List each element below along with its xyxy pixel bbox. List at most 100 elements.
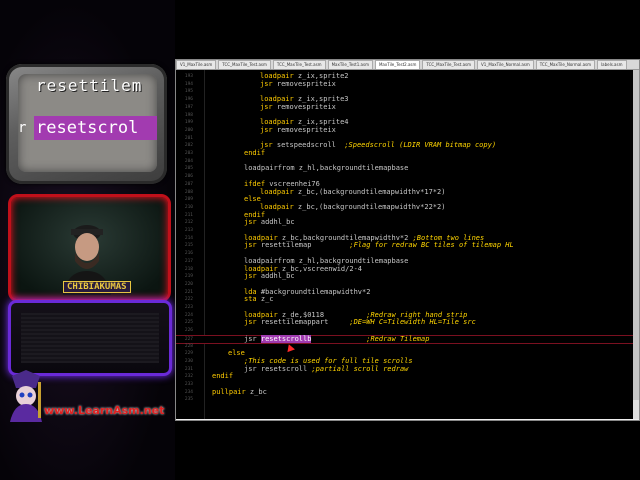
line-number: 222	[184, 297, 193, 303]
code-line: 219 jsr addhl_bc	[176, 272, 633, 281]
file-tab[interactable]: TCC_MaxTile_Normal.asm	[535, 60, 596, 69]
line-number: 223	[184, 305, 193, 310]
zoom-screen: resettilem r resetscrol	[18, 74, 157, 172]
line-number: 229	[184, 351, 193, 357]
line-number: 212	[184, 220, 193, 226]
file-tab-bar: V1_MaxTile.asm TCC_MaxTile_Test.asm TCC_Ma…	[176, 60, 639, 70]
code-editor-window: V1_MaxTile.asm TCC_MaxTile_Test.asm TCC_Ma…	[175, 59, 640, 421]
code-line: 195	[176, 88, 633, 96]
code-line: 197 jsr removespriteix	[176, 102, 633, 112]
code-keyword: endif	[244, 149, 266, 157]
file-tab[interactable]: labels.asm	[597, 60, 627, 69]
code-text: jsr setspeedscroll ;Speedscroll (LDIR VR…	[260, 141, 496, 150]
line-number: 205	[184, 166, 193, 172]
line-number: 215	[184, 243, 193, 249]
vertical-scrollbar[interactable]	[633, 70, 639, 419]
file-tab[interactable]: TCC_MaxTile_Test.asm	[422, 60, 476, 69]
code-keyword: jsr	[260, 102, 273, 111]
code-text: jsr resettilemap ;Flag for redraw BC til…	[244, 242, 514, 250]
code-operand: z_bc,(backgroundtilemapwidthv*17*2)	[293, 187, 446, 196]
code-text: loadpair z_bc,(backgroundtilemapwidthv*1…	[260, 187, 446, 197]
file-tab[interactable]: V1_MaxTile.asm	[176, 60, 217, 69]
code-operand: removespriteix	[272, 102, 336, 111]
line-number: 230	[184, 358, 193, 364]
line-number: 220	[184, 281, 193, 287]
code-text: jsr removespriteix	[260, 125, 336, 135]
line-number: 213	[184, 228, 193, 233]
line-number: 226	[184, 328, 193, 334]
code-keyword: loadpair	[260, 187, 294, 196]
code-text: sta z_c	[244, 295, 274, 304]
code-text: loadpair z_bc,(backgroundtilemapwidthv*2…	[260, 203, 445, 212]
code-text: else	[228, 349, 245, 358]
code-text: jsr resetscroll ;partiall scroll redraw	[244, 364, 409, 374]
line-number: 233	[184, 382, 193, 387]
code-operand: addhl_bc	[256, 218, 295, 227]
line-number: 232	[184, 374, 193, 380]
code-line: 226	[176, 327, 633, 335]
line-number: 218	[184, 266, 193, 272]
line-number: 207	[184, 181, 193, 187]
code-line: 225 jsr resettilemappart ;DE=WH C=Tilewid…	[176, 319, 633, 327]
code-operand: z_bc	[245, 387, 267, 396]
code-line: 232 endif	[176, 372, 633, 381]
code-area[interactable]: 193 loadpair z_ix,sprite2 194 jsr removespr…	[176, 70, 633, 419]
code-keyword: else	[244, 195, 261, 204]
line-number: 211	[184, 212, 193, 218]
line-number: 201	[184, 135, 193, 141]
code-keyword: pullpair	[212, 387, 246, 396]
code-keyword: jsr	[244, 218, 257, 227]
line-number: 206	[184, 174, 193, 180]
line-number: 225	[184, 320, 193, 326]
code-keyword: jsr	[244, 272, 257, 281]
line-number: 204	[184, 158, 193, 164]
code-keyword: jsr	[244, 318, 257, 327]
side-panel-screen	[21, 313, 159, 363]
code-line: 205 loadpairfrom z_hl,backgroundtilemapba…	[176, 165, 633, 173]
file-tab[interactable]: TCC_MaxTile_Test.asm	[218, 60, 271, 69]
code-operand: #backgroundtilemapwidthv*2	[256, 287, 371, 296]
webcam-panel: CHIBIAKUMAS	[8, 194, 171, 302]
line-number: 203	[184, 151, 193, 156]
code-text: jsr removespriteix	[260, 102, 336, 112]
code-text: jsr resettilemappart ;DE=WH C=Tilewidth …	[244, 319, 476, 327]
side-panel	[8, 300, 172, 376]
code-operand: removespriteix	[272, 79, 336, 88]
code-keyword: sta	[244, 295, 257, 304]
code-line: 231 jsr resetscroll ;partiall scroll redr…	[176, 364, 633, 374]
code-line: 200 jsr removespriteix	[176, 125, 633, 135]
line-number: 228	[184, 343, 193, 349]
code-text: pullpair z_bc	[212, 387, 267, 397]
code-line: 196 loadpair z_ix,sprite3	[176, 95, 633, 104]
line-number: 235	[184, 397, 193, 403]
line-number: 214	[184, 235, 193, 241]
code-line: 235	[176, 396, 633, 404]
code-comment: ;Flag for redraw BC tiles of tilemap HL	[349, 241, 514, 250]
code-operand: z_c	[256, 295, 274, 304]
zoom-text-prefix: r	[18, 120, 27, 136]
line-number: 200	[184, 127, 193, 133]
file-tab[interactable]: TCC_MaxTile_Test.asm	[272, 60, 326, 69]
file-tab[interactable]: MaxTile_Test1.asm	[327, 60, 373, 69]
code-comment: ;partiall scroll redraw	[311, 364, 409, 373]
scrollbar-thumb[interactable]	[633, 70, 639, 400]
code-line: 215 jsr resettilemap ;Flag for redraw BC …	[176, 242, 633, 250]
code-text: jsr addhl_bc	[244, 272, 295, 281]
file-tab[interactable]: V1_MaxTile_Normal.asm	[477, 60, 534, 69]
code-line: 194 jsr removespriteix	[176, 79, 633, 89]
website-url: www.LearnAsm.net	[44, 404, 165, 417]
line-number: 199	[184, 120, 193, 126]
code-keyword: jsr	[244, 241, 257, 250]
stream-overlay: resettilem r resetscrol CHIBIAKUMAS www.…	[0, 0, 175, 480]
code-line: 193 loadpair z_ix,sprite2	[176, 72, 633, 81]
file-tab[interactable]: MaxTile_Test2.asm	[374, 60, 421, 69]
code-text: loadpairfrom z_hl,backgroundtilemapbase	[244, 165, 408, 173]
line-number: 198	[184, 112, 193, 118]
code-line: 199 loadpair z_ix,sprite4	[176, 118, 633, 127]
code-line: 234 pullpair z_bc	[176, 387, 633, 397]
code-keyword: jsr	[260, 125, 273, 134]
code-line: 203 endif	[176, 149, 633, 158]
code-operand: resettilemap	[256, 241, 350, 250]
code-keyword: jsr	[260, 79, 273, 88]
line-number: 197	[184, 104, 193, 110]
